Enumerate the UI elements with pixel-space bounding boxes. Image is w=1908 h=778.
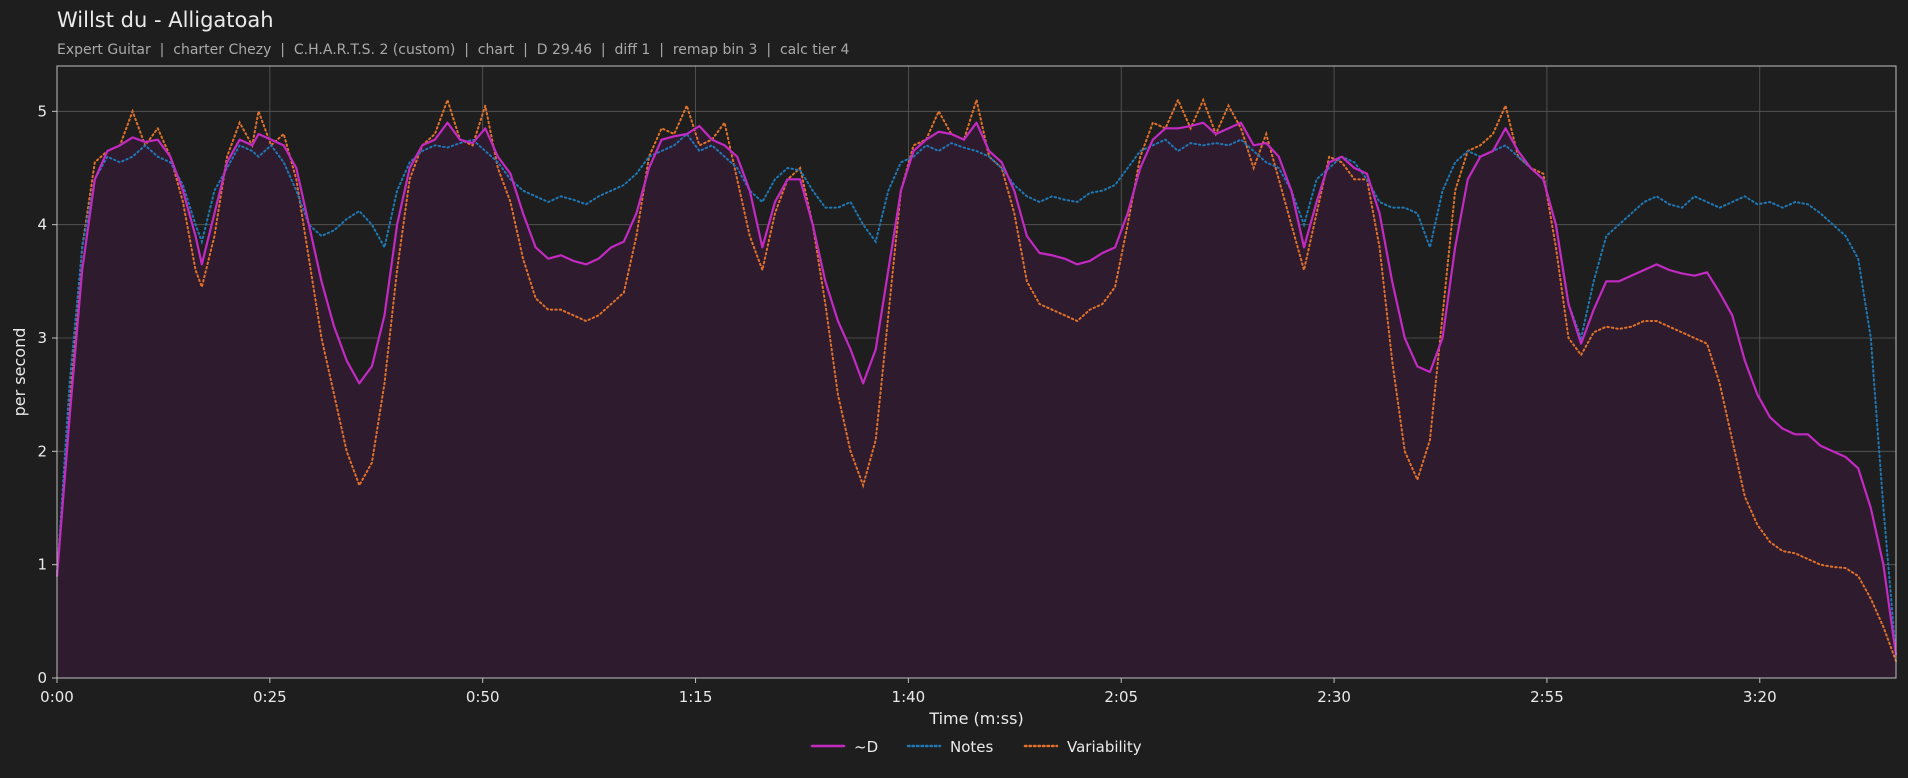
x-tick-label: 0:50 — [466, 688, 500, 706]
y-tick-label: 5 — [37, 102, 47, 120]
x-tick-label: 0:00 — [40, 688, 74, 706]
x-tick-label: 1:40 — [892, 688, 926, 706]
x-tick-label: 1:15 — [679, 688, 713, 706]
x-tick-label: 2:55 — [1530, 688, 1564, 706]
y-tick-label: 3 — [37, 329, 47, 347]
x-tick-label: 2:05 — [1104, 688, 1138, 706]
x-tick-label: 3:20 — [1743, 688, 1777, 706]
y-tick-label: 2 — [37, 442, 47, 460]
d-area-fill — [57, 122, 1896, 679]
x-axis-label: Time (m:ss) — [928, 709, 1023, 728]
y-tick-label: 0 — [37, 669, 47, 687]
legend-label: Notes — [950, 738, 994, 756]
x-tick-label: 2:30 — [1317, 688, 1351, 706]
y-tick-label: 4 — [37, 216, 47, 234]
chart-title: Willst du - Alligatoah — [57, 8, 274, 32]
legend-label: Variability — [1067, 738, 1142, 756]
legend: ~D Notes Variability — [810, 738, 1142, 756]
chart-figure: Willst du - Alligatoah Expert Guitar | c… — [0, 0, 1908, 774]
y-axis-label: per second — [10, 328, 29, 417]
x-tick-label: 0:25 — [253, 688, 287, 706]
y-tick-label: 1 — [37, 556, 47, 574]
chart-svg: Willst du - Alligatoah Expert Guitar | c… — [10, 8, 1898, 756]
legend-label: ~D — [854, 738, 878, 756]
chart-subtitle: Expert Guitar | charter Chezy | C.H.A.R.… — [57, 42, 849, 58]
